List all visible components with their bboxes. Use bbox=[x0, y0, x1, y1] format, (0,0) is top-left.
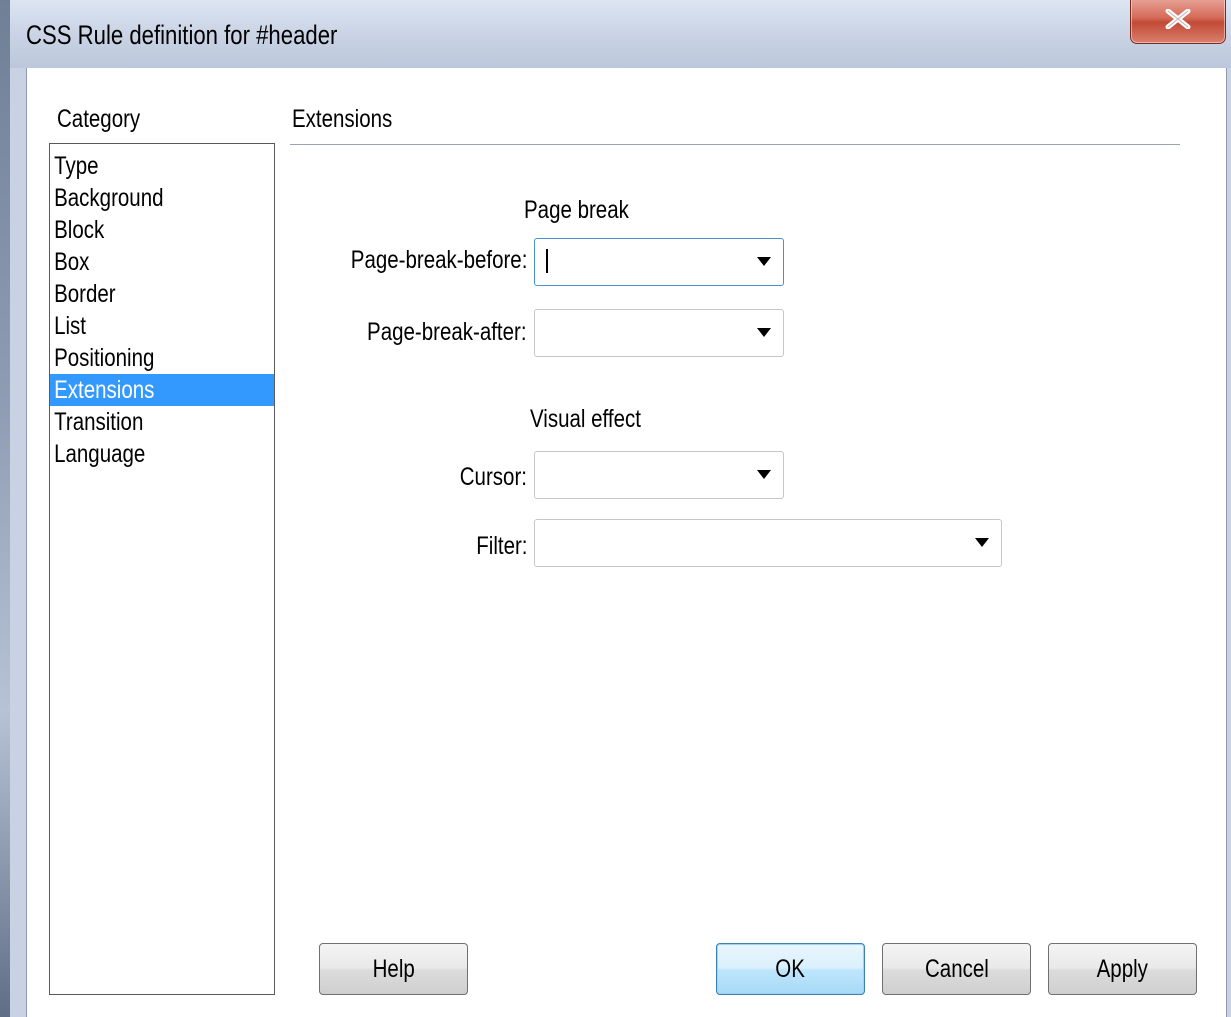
category-item-background[interactable]: Background bbox=[50, 182, 274, 214]
category-item-extensions[interactable]: Extensions bbox=[50, 374, 274, 406]
category-item-language[interactable]: Language bbox=[50, 438, 274, 470]
filter-select[interactable] bbox=[534, 519, 1002, 567]
chevron-down-icon bbox=[975, 538, 989, 547]
cursor-select[interactable] bbox=[534, 451, 784, 499]
title-bar[interactable]: CSS Rule definition for #header bbox=[10, 0, 1231, 68]
chevron-down-icon bbox=[757, 328, 771, 337]
panel-title: Extensions bbox=[292, 105, 393, 133]
category-item-box[interactable]: Box bbox=[50, 246, 274, 278]
text-caret bbox=[546, 249, 548, 273]
panel-divider bbox=[290, 144, 1180, 145]
category-list[interactable]: Type Background Block Box Border List Po… bbox=[49, 143, 275, 995]
chevron-down-icon bbox=[757, 470, 771, 479]
background-window-edge bbox=[0, 0, 10, 1017]
visual-effect-heading: Visual effect bbox=[530, 405, 641, 433]
cursor-label: Cursor: bbox=[459, 463, 527, 491]
filter-label: Filter: bbox=[475, 532, 527, 560]
apply-button[interactable]: Apply bbox=[1048, 943, 1197, 995]
close-icon bbox=[1165, 9, 1191, 29]
cancel-button[interactable]: Cancel bbox=[882, 943, 1031, 995]
page-break-before-select[interactable] bbox=[534, 238, 784, 286]
category-item-border[interactable]: Border bbox=[50, 278, 274, 310]
category-heading: Category bbox=[57, 105, 141, 133]
screen: CSS Rule definition for #header Category… bbox=[0, 0, 1231, 1017]
page-break-after-select[interactable] bbox=[534, 309, 784, 357]
chevron-down-icon bbox=[757, 257, 771, 266]
close-button[interactable] bbox=[1130, 0, 1226, 44]
category-item-positioning[interactable]: Positioning bbox=[50, 342, 274, 374]
category-item-list[interactable]: List bbox=[50, 310, 274, 342]
dialog-body: Category Type Background Block Box Borde… bbox=[26, 68, 1227, 1017]
css-rule-definition-dialog: CSS Rule definition for #header Category… bbox=[10, 0, 1231, 1017]
page-break-after-label: Page-break-after: bbox=[367, 318, 527, 346]
page-break-heading: Page break bbox=[524, 196, 629, 224]
category-item-transition[interactable]: Transition bbox=[50, 406, 274, 438]
page-break-before-label: Page-break-before: bbox=[350, 246, 527, 274]
category-item-type[interactable]: Type bbox=[50, 150, 274, 182]
window-title: CSS Rule definition for #header bbox=[26, 20, 338, 50]
help-button[interactable]: Help bbox=[319, 943, 468, 995]
ok-button[interactable]: OK bbox=[716, 943, 865, 995]
category-item-block[interactable]: Block bbox=[50, 214, 274, 246]
